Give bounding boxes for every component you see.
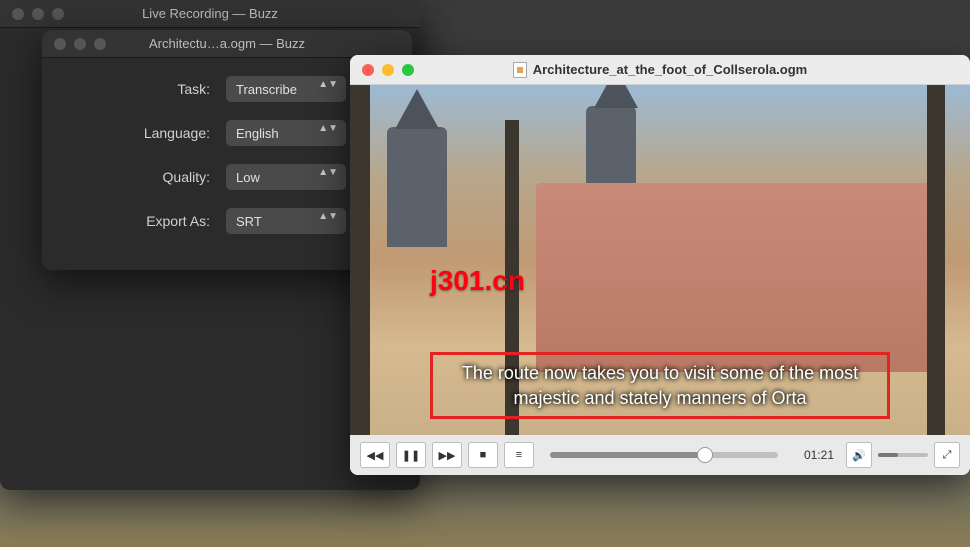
video-player-window: Architecture_at_the_foot_of_Collserola.o… [350, 55, 970, 475]
quality-label: Quality: [66, 169, 226, 185]
chevron-updown-icon: ▲▼ [318, 214, 338, 220]
export-value: SRT [236, 214, 262, 229]
close-icon[interactable] [362, 64, 374, 76]
subtitle-text: The route now takes you to visit some of… [443, 361, 877, 410]
chevron-updown-icon: ▲▼ [318, 126, 338, 132]
caption-highlight: The route now takes you to visit some of… [430, 352, 890, 419]
elapsed-time: 01:21 [794, 448, 834, 462]
quality-value: Low [236, 170, 260, 185]
chevron-updown-icon: ▲▼ [318, 170, 338, 176]
language-label: Language: [66, 125, 226, 141]
volume-slider[interactable] [878, 453, 928, 457]
seek-knob[interactable] [697, 447, 713, 463]
video-viewport[interactable]: j301.cn The route now takes you to visit… [350, 85, 970, 435]
video-filename: Architecture_at_the_foot_of_Collserola.o… [533, 62, 808, 77]
mute-button[interactable]: 🔊 [846, 442, 872, 468]
zoom-icon[interactable] [402, 64, 414, 76]
task-value: Transcribe [236, 82, 297, 97]
pause-button[interactable]: ❚❚ [396, 442, 426, 468]
traffic-lights[interactable] [42, 38, 106, 50]
traffic-lights[interactable] [0, 8, 64, 20]
minimize-icon[interactable] [382, 64, 394, 76]
titlebar[interactable]: Live Recording — Buzz [0, 0, 420, 28]
minimize-icon[interactable] [32, 8, 44, 20]
titlebar[interactable]: Architecture_at_the_foot_of_Collserola.o… [350, 55, 970, 85]
close-icon[interactable] [12, 8, 24, 20]
language-select[interactable]: English ▲▼ [226, 120, 346, 146]
traffic-lights[interactable] [350, 64, 414, 76]
zoom-icon[interactable] [94, 38, 106, 50]
task-select[interactable]: Transcribe ▲▼ [226, 76, 346, 102]
close-icon[interactable] [54, 38, 66, 50]
watermark-text: j301.cn [430, 265, 525, 297]
export-label: Export As: [66, 213, 226, 229]
titlebar[interactable]: Architectu…a.ogm — Buzz [42, 30, 412, 58]
zoom-icon[interactable] [52, 8, 64, 20]
export-select[interactable]: SRT ▲▼ [226, 208, 346, 234]
chevron-updown-icon: ▲▼ [318, 82, 338, 88]
playlist-button[interactable]: ≡ [504, 442, 534, 468]
seek-bar[interactable] [550, 452, 778, 458]
rewind-button[interactable]: ◀◀ [360, 442, 390, 468]
minimize-icon[interactable] [74, 38, 86, 50]
language-value: English [236, 126, 279, 141]
window-title: Architecture_at_the_foot_of_Collserola.o… [350, 62, 970, 78]
quality-select[interactable]: Low ▲▼ [226, 164, 346, 190]
forward-button[interactable]: ▶▶ [432, 442, 462, 468]
player-controls: ◀◀ ❚❚ ▶▶ ■ ≡ 01:21 🔊 ⤢ [350, 435, 970, 475]
task-label: Task: [66, 81, 226, 97]
stop-button[interactable]: ■ [468, 442, 498, 468]
document-icon [513, 62, 527, 78]
fullscreen-button[interactable]: ⤢ [934, 442, 960, 468]
